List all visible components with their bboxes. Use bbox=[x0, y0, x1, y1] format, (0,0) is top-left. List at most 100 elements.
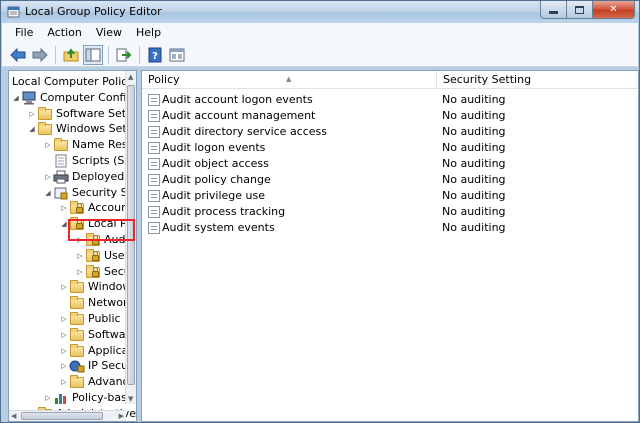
tree-item[interactable]: Local Computer Policy bbox=[12, 74, 134, 90]
show-hide-tree-button[interactable] bbox=[83, 44, 103, 65]
collapsed-arrow-icon[interactable]: ▷ bbox=[75, 264, 85, 280]
collapsed-arrow-icon[interactable]: ▷ bbox=[43, 169, 53, 185]
policy-row[interactable]: Audit directory service access No auditin… bbox=[142, 124, 638, 140]
security-setting-value: No auditing bbox=[442, 173, 506, 186]
collapsed-arrow-icon[interactable]: ▷ bbox=[59, 358, 69, 374]
column-header-security-setting[interactable]: Security Setting bbox=[437, 71, 638, 89]
menu-action[interactable]: Action bbox=[40, 24, 88, 42]
column-header-policy[interactable]: Policy ▲ bbox=[142, 71, 437, 89]
export-list-icon bbox=[116, 48, 132, 61]
up-folder-icon bbox=[63, 47, 79, 61]
collapsed-arrow-icon[interactable]: ▷ bbox=[59, 200, 69, 216]
minimize-button[interactable] bbox=[540, 1, 566, 19]
close-icon: ✕ bbox=[609, 4, 618, 15]
properties-button[interactable] bbox=[167, 45, 187, 65]
tree-item[interactable]: ◢Security Settin bbox=[43, 185, 136, 201]
collapsed-arrow-icon[interactable]: ▷ bbox=[43, 390, 53, 406]
policy-row[interactable]: Audit policy change No auditing bbox=[142, 172, 638, 188]
folder-icon bbox=[37, 122, 53, 136]
policy-setting-icon bbox=[148, 94, 160, 106]
show-hide-tree-icon bbox=[85, 48, 101, 61]
collapsed-arrow-icon[interactable]: ▷ bbox=[27, 106, 37, 122]
policy-row[interactable]: Audit object access No auditing bbox=[142, 156, 638, 172]
ip-security-icon bbox=[69, 359, 85, 373]
scroll-down-icon[interactable]: ▼ bbox=[128, 395, 133, 403]
collapsed-arrow-icon[interactable]: ▷ bbox=[43, 137, 53, 153]
toolbar-separator bbox=[139, 45, 140, 64]
tree-item[interactable]: ▷Deployed Prin bbox=[43, 169, 136, 185]
collapsed-arrow-icon[interactable]: ▷ bbox=[59, 327, 69, 343]
title-bar[interactable]: Local Group Policy Editor ✕ bbox=[1, 1, 639, 23]
qos-chart-icon bbox=[53, 391, 69, 405]
policy-name: Audit policy change bbox=[162, 173, 271, 186]
policy-row[interactable]: Audit system events No auditing bbox=[142, 220, 638, 236]
collapsed-arrow-icon[interactable]: ▷ bbox=[59, 374, 69, 390]
toolbar-separator bbox=[108, 45, 109, 64]
menu-file[interactable]: File bbox=[8, 24, 40, 42]
close-button[interactable]: ✕ bbox=[592, 1, 635, 19]
policy-name: Audit process tracking bbox=[162, 205, 286, 218]
tree-item[interactable]: ▷Software Settings bbox=[27, 106, 136, 122]
expanded-arrow-icon[interactable]: ◢ bbox=[27, 121, 37, 137]
tree-item[interactable]: ▷Name Resolut bbox=[43, 137, 136, 153]
audit-policy-highlight-box bbox=[68, 219, 135, 241]
folder-icon bbox=[69, 343, 85, 358]
help-button[interactable]: ? bbox=[145, 45, 165, 65]
menu-bar: File Action View Help bbox=[2, 23, 638, 43]
details-pane[interactable]: Policy ▲ Security Setting Audit account … bbox=[141, 70, 639, 422]
policy-row[interactable]: Audit privilege use No auditing bbox=[142, 188, 638, 204]
tree-item[interactable]: ▷Policy-based Q bbox=[43, 390, 136, 406]
tree-item[interactable]: Scripts (Startu bbox=[43, 153, 136, 169]
group-policy-app-icon bbox=[7, 6, 20, 18]
scroll-up-icon[interactable]: ▲ bbox=[128, 73, 133, 81]
column-header-security-setting-label: Security Setting bbox=[443, 73, 532, 86]
window: Local Group Policy Editor ✕ File Action … bbox=[0, 0, 640, 423]
policy-setting-icon bbox=[148, 110, 160, 122]
minimize-icon bbox=[549, 11, 558, 14]
folder-lock-icon bbox=[85, 264, 101, 279]
policy-row[interactable]: Audit process tracking No auditing bbox=[142, 204, 638, 220]
export-list-button[interactable] bbox=[114, 45, 134, 65]
back-button[interactable] bbox=[8, 45, 28, 65]
folder-icon bbox=[69, 312, 85, 326]
menu-help[interactable]: Help bbox=[129, 24, 168, 42]
policy-name: Audit account management bbox=[162, 109, 316, 122]
tree-horizontal-scrollbar[interactable]: ◀ ▶ bbox=[9, 410, 126, 421]
collapsed-arrow-icon[interactable]: ▷ bbox=[59, 311, 69, 327]
policy-setting-icon bbox=[148, 158, 160, 170]
list-header: Policy ▲ Security Setting bbox=[142, 71, 638, 89]
policy-row[interactable]: Audit account management No auditing bbox=[142, 108, 638, 124]
tree-item[interactable]: ◢Windows Settings bbox=[27, 121, 136, 137]
folder-icon bbox=[69, 280, 85, 294]
security-setting-value: No auditing bbox=[442, 221, 506, 234]
collapsed-arrow-icon[interactable]: ▷ bbox=[59, 343, 69, 359]
security-setting-value: No auditing bbox=[442, 189, 506, 202]
folder-icon bbox=[53, 138, 69, 152]
forward-arrow-icon bbox=[32, 47, 48, 62]
policy-row[interactable]: Audit logon events No auditing bbox=[142, 140, 638, 156]
up-one-level-button[interactable] bbox=[61, 45, 81, 65]
security-setting-value: No auditing bbox=[442, 141, 506, 154]
printer-icon bbox=[53, 170, 69, 184]
caption-buttons: ✕ bbox=[540, 1, 635, 19]
tree-item-label: Local Computer Policy bbox=[12, 75, 134, 88]
collapsed-arrow-icon[interactable]: ▷ bbox=[75, 248, 85, 264]
script-icon bbox=[53, 154, 69, 168]
policy-setting-icon bbox=[148, 126, 160, 138]
expanded-arrow-icon[interactable]: ◢ bbox=[43, 185, 53, 201]
policy-row[interactable]: Audit account logon events No auditing bbox=[142, 92, 638, 108]
menu-view[interactable]: View bbox=[89, 24, 129, 42]
tree-horizontal-scroll-thumb[interactable] bbox=[21, 412, 103, 420]
policy-setting-icon bbox=[148, 142, 160, 154]
scroll-right-icon[interactable]: ▶ bbox=[119, 412, 124, 420]
expanded-arrow-icon[interactable]: ◢ bbox=[11, 90, 21, 106]
maximize-button[interactable] bbox=[566, 1, 592, 19]
no-arrow bbox=[59, 295, 69, 311]
collapsed-arrow-icon[interactable]: ▷ bbox=[59, 279, 69, 295]
console-tree[interactable]: Local Computer Policy ◢ Computer Configura… bbox=[8, 70, 137, 422]
toolbar: ? bbox=[2, 43, 638, 67]
folder-icon bbox=[69, 375, 85, 389]
scroll-left-icon[interactable]: ◀ bbox=[11, 412, 16, 420]
forward-button[interactable] bbox=[30, 45, 50, 65]
tree-item[interactable]: ◢ Computer Configurati bbox=[11, 90, 136, 106]
